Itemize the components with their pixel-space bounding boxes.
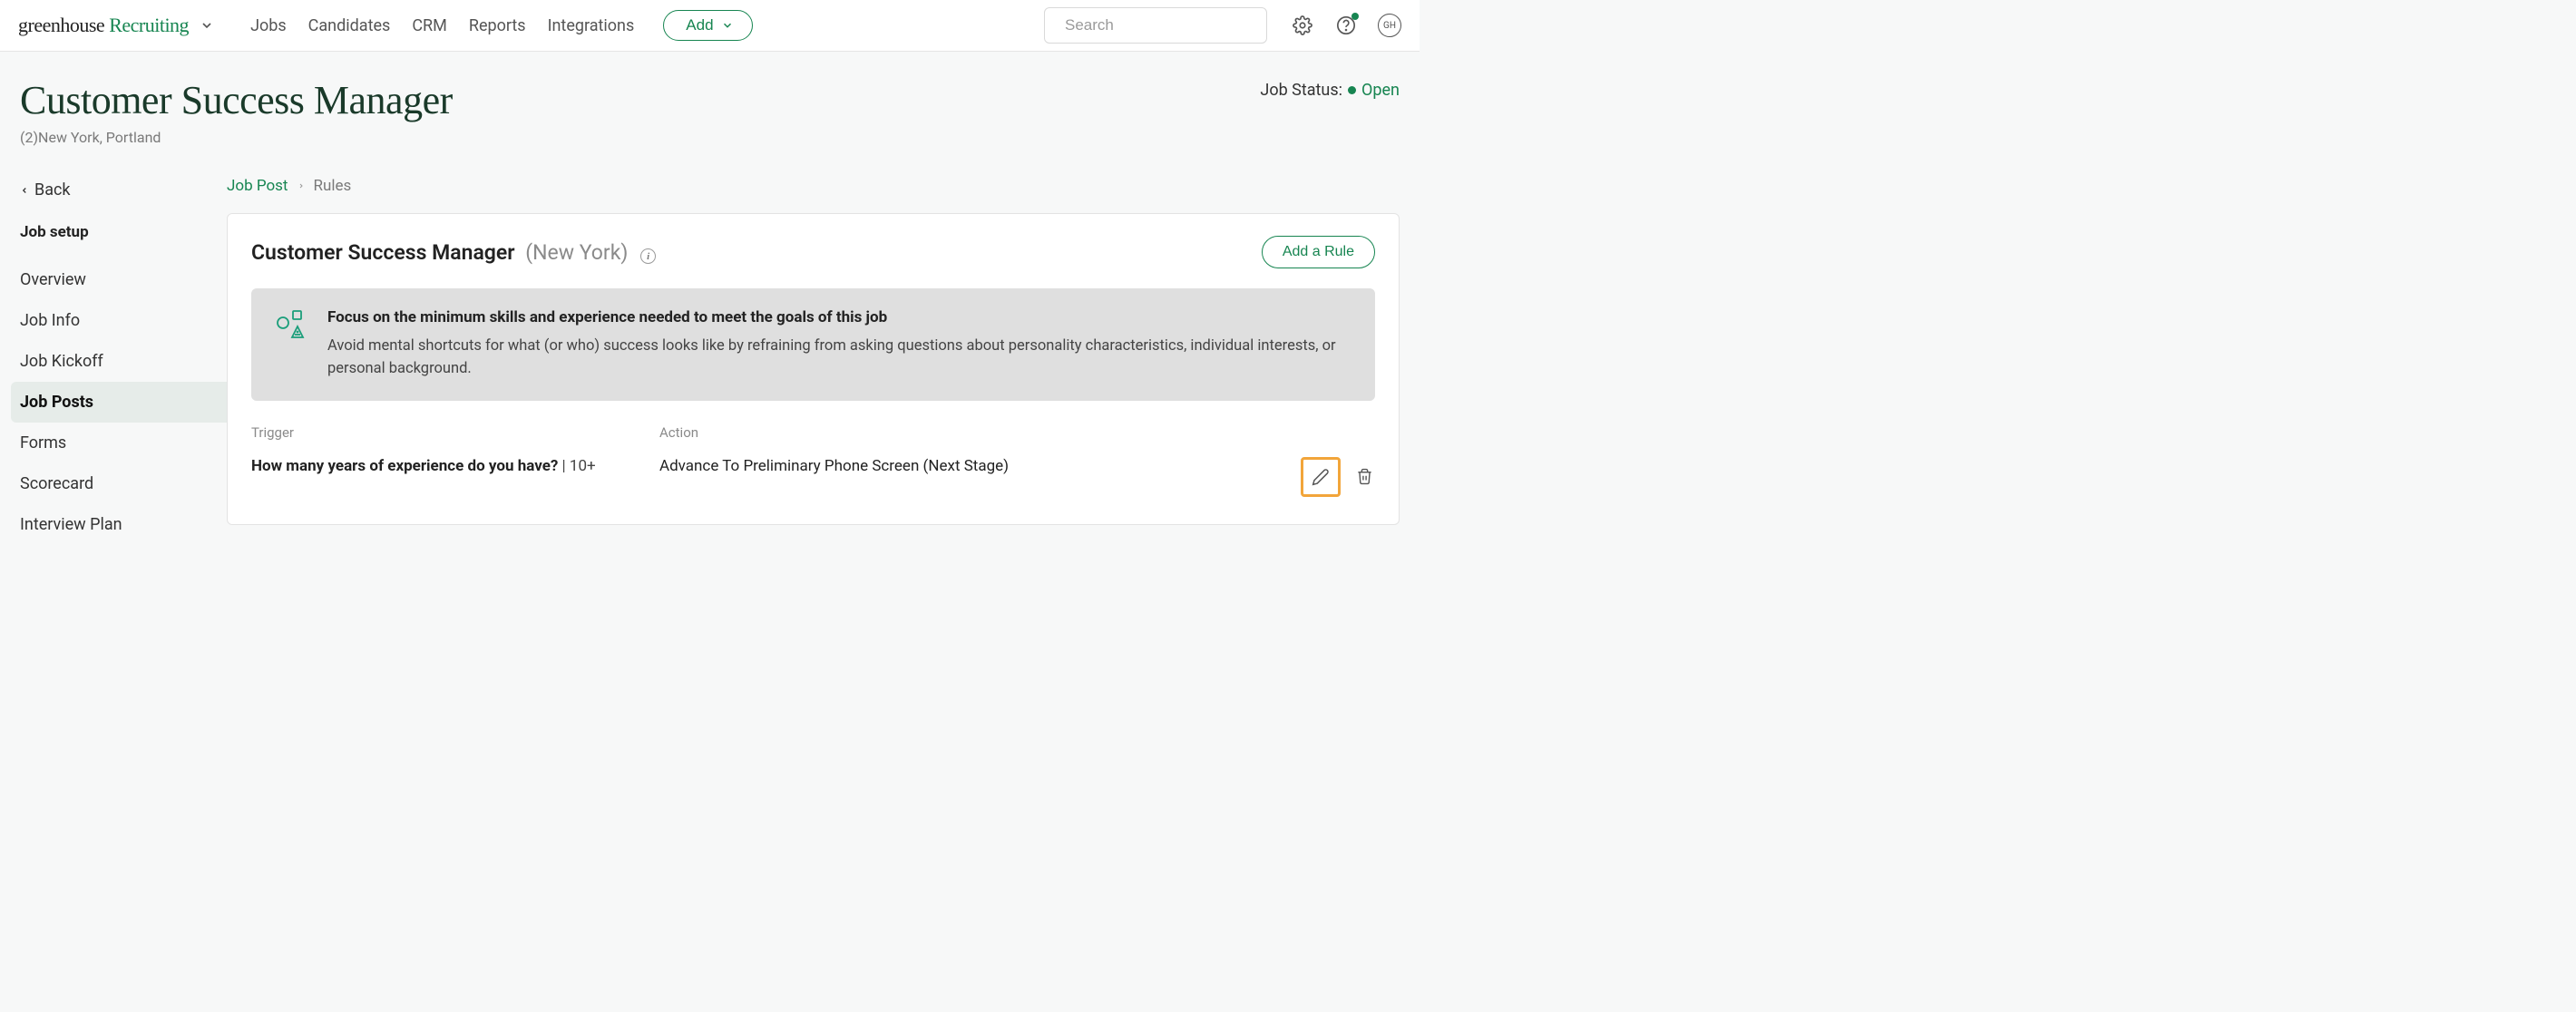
logo-word2: Recruiting xyxy=(109,14,189,36)
page-title: Customer Success Manager xyxy=(20,77,453,123)
add-rule-button[interactable]: Add a Rule xyxy=(1262,236,1375,268)
rule-action: Advance To Preliminary Phone Screen (Nex… xyxy=(659,457,1293,475)
status-dot-icon xyxy=(1348,86,1356,94)
back-label: Back xyxy=(34,180,71,199)
sidebar-item-overview[interactable]: Overview xyxy=(11,259,227,300)
nav-crm[interactable]: CRM xyxy=(412,16,447,35)
trash-icon xyxy=(1356,468,1373,485)
rule-row: How many years of experience do you have… xyxy=(251,457,1375,497)
chevron-down-icon[interactable] xyxy=(200,18,214,33)
help-icon[interactable] xyxy=(1334,14,1358,37)
add-button[interactable]: Add xyxy=(663,10,752,41)
note-title: Focus on the minimum skills and experien… xyxy=(327,308,1351,326)
card-title-text: Customer Success Manager xyxy=(251,240,515,265)
breadcrumb-parent[interactable]: Job Post xyxy=(227,177,288,195)
edit-rule-button[interactable] xyxy=(1301,457,1341,497)
sidebar-item-job-posts[interactable]: Job Posts xyxy=(11,382,227,423)
job-status-value: Open xyxy=(1361,81,1400,100)
sidebar-section-title: Job setup xyxy=(20,223,227,241)
page-subtitle: (2)New York, Portland xyxy=(20,129,453,146)
note-box: Focus on the minimum skills and experien… xyxy=(251,288,1375,401)
rule-trigger-question: How many years of experience do you have… xyxy=(251,457,558,475)
chevron-down-icon xyxy=(721,19,734,32)
column-action-header: Action xyxy=(659,424,1293,441)
add-button-label: Add xyxy=(686,16,713,34)
card-location: (New York) xyxy=(525,240,628,265)
search-box[interactable] xyxy=(1044,7,1267,44)
logo[interactable]: greenhouse Recruiting xyxy=(18,14,214,37)
breadcrumb-current: Rules xyxy=(314,177,352,195)
pencil-icon xyxy=(1312,468,1330,486)
rules-card: Customer Success Manager (New York) i Ad… xyxy=(227,213,1400,525)
rule-trigger-value: | 10+ xyxy=(558,457,595,475)
sidebar-item-forms[interactable]: Forms xyxy=(11,423,227,463)
sidebar-item-scorecard[interactable]: Scorecard xyxy=(11,463,227,504)
delete-rule-button[interactable] xyxy=(1353,466,1375,488)
info-icon[interactable]: i xyxy=(640,248,656,264)
nav-integrations[interactable]: Integrations xyxy=(548,16,635,35)
sidebar-item-job-kickoff[interactable]: Job Kickoff xyxy=(11,341,227,382)
avatar[interactable]: GH xyxy=(1378,14,1401,37)
chevron-left-icon xyxy=(20,184,29,197)
back-link[interactable]: Back xyxy=(20,180,227,199)
job-status: Job Status: Open xyxy=(1260,77,1400,100)
column-trigger-header: Trigger xyxy=(251,424,659,441)
breadcrumb: Job Post Rules xyxy=(227,177,1400,195)
job-status-label: Job Status: xyxy=(1260,81,1342,100)
sidebar-item-interview-plan[interactable]: Interview Plan xyxy=(11,504,227,545)
nav-jobs[interactable]: Jobs xyxy=(250,16,287,35)
shapes-icon xyxy=(275,308,306,339)
card-title: Customer Success Manager (New York) i xyxy=(251,240,656,265)
nav-candidates[interactable]: Candidates xyxy=(308,16,391,35)
sidebar-item-job-info[interactable]: Job Info xyxy=(11,300,227,341)
chevron-right-icon xyxy=(298,180,305,191)
logo-word1: greenhouse xyxy=(18,14,104,36)
nav-reports[interactable]: Reports xyxy=(469,16,526,35)
note-body: Avoid mental shortcuts for what (or who)… xyxy=(327,336,1351,381)
search-input[interactable] xyxy=(1065,16,1265,34)
settings-icon[interactable] xyxy=(1291,14,1314,37)
